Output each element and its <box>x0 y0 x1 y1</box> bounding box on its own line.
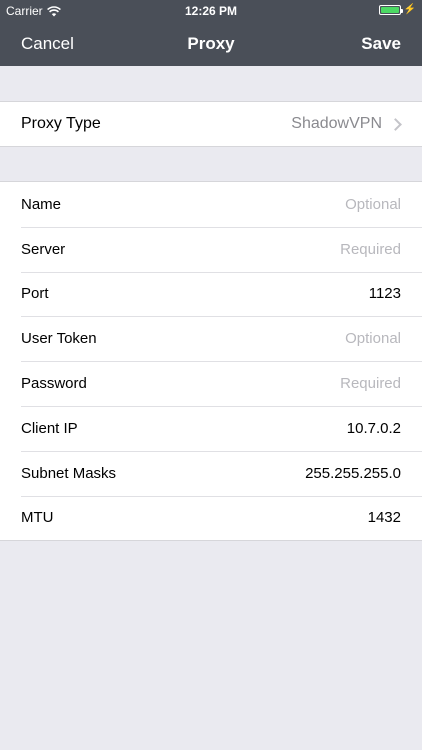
subnet-masks-label: Subnet Masks <box>21 464 117 482</box>
proxy-type-row[interactable]: Proxy Type ShadowVPN <box>0 102 422 146</box>
field-row-mtu[interactable]: MTU 1432 <box>0 495 422 541</box>
proxy-settings-form: Name Optional Server Required Port 1123 … <box>0 181 422 541</box>
proxy-type-value: ShadowVPN <box>291 115 382 132</box>
save-button[interactable]: Save <box>361 34 401 54</box>
password-label: Password <box>21 375 87 393</box>
cancel-button[interactable]: Cancel <box>21 34 74 54</box>
server-field[interactable]: Required <box>340 241 401 258</box>
subnet-masks-field[interactable]: 255.255.255.0 <box>305 465 401 482</box>
battery-indicator: ⚡ <box>378 4 416 15</box>
status-time: 12:26 PM <box>184 4 238 18</box>
server-label: Server <box>21 240 66 258</box>
name-field[interactable]: Optional <box>345 196 401 213</box>
port-label: Port <box>21 285 49 303</box>
navigation-bar: Cancel Proxy Save <box>0 22 422 66</box>
battery-icon <box>378 5 403 15</box>
proxy-type-selector[interactable]: ShadowVPN <box>291 115 402 133</box>
user-token-field[interactable]: Optional <box>345 330 401 347</box>
proxy-type-label: Proxy Type <box>21 115 101 132</box>
field-row-password[interactable]: Password Required <box>0 361 422 406</box>
page-title: Proxy <box>187 34 235 53</box>
client-ip-label: Client IP <box>21 419 78 437</box>
field-row-name[interactable]: Name Optional <box>0 182 422 227</box>
top-bar: Carrier 12:26 PM ⚡ Cancel Proxy Save <box>0 0 422 66</box>
field-row-subnet-masks[interactable]: Subnet Masks 255.255.255.0 <box>0 450 422 496</box>
proxy-type-section: Proxy Type ShadowVPN <box>0 101 422 147</box>
status-bar: Carrier 12:26 PM ⚡ <box>0 0 422 22</box>
client-ip-field[interactable]: 10.7.0.2 <box>347 420 401 437</box>
name-label: Name <box>21 195 62 213</box>
user-token-label: User Token <box>21 330 97 348</box>
battery-fill <box>380 7 399 13</box>
password-field[interactable]: Required <box>340 375 401 392</box>
bolt-icon: ⚡ <box>403 4 416 15</box>
field-row-user-token[interactable]: User Token Optional <box>0 316 422 361</box>
mtu-field[interactable]: 1432 <box>368 509 401 526</box>
chevron-right-icon <box>389 117 402 131</box>
mtu-label: MTU <box>21 509 54 527</box>
field-row-server[interactable]: Server Required <box>0 226 422 272</box>
field-row-client-ip[interactable]: Client IP 10.7.0.2 <box>0 405 422 451</box>
port-field[interactable]: 1123 <box>369 285 401 302</box>
field-row-port[interactable]: Port 1123 <box>0 271 422 317</box>
